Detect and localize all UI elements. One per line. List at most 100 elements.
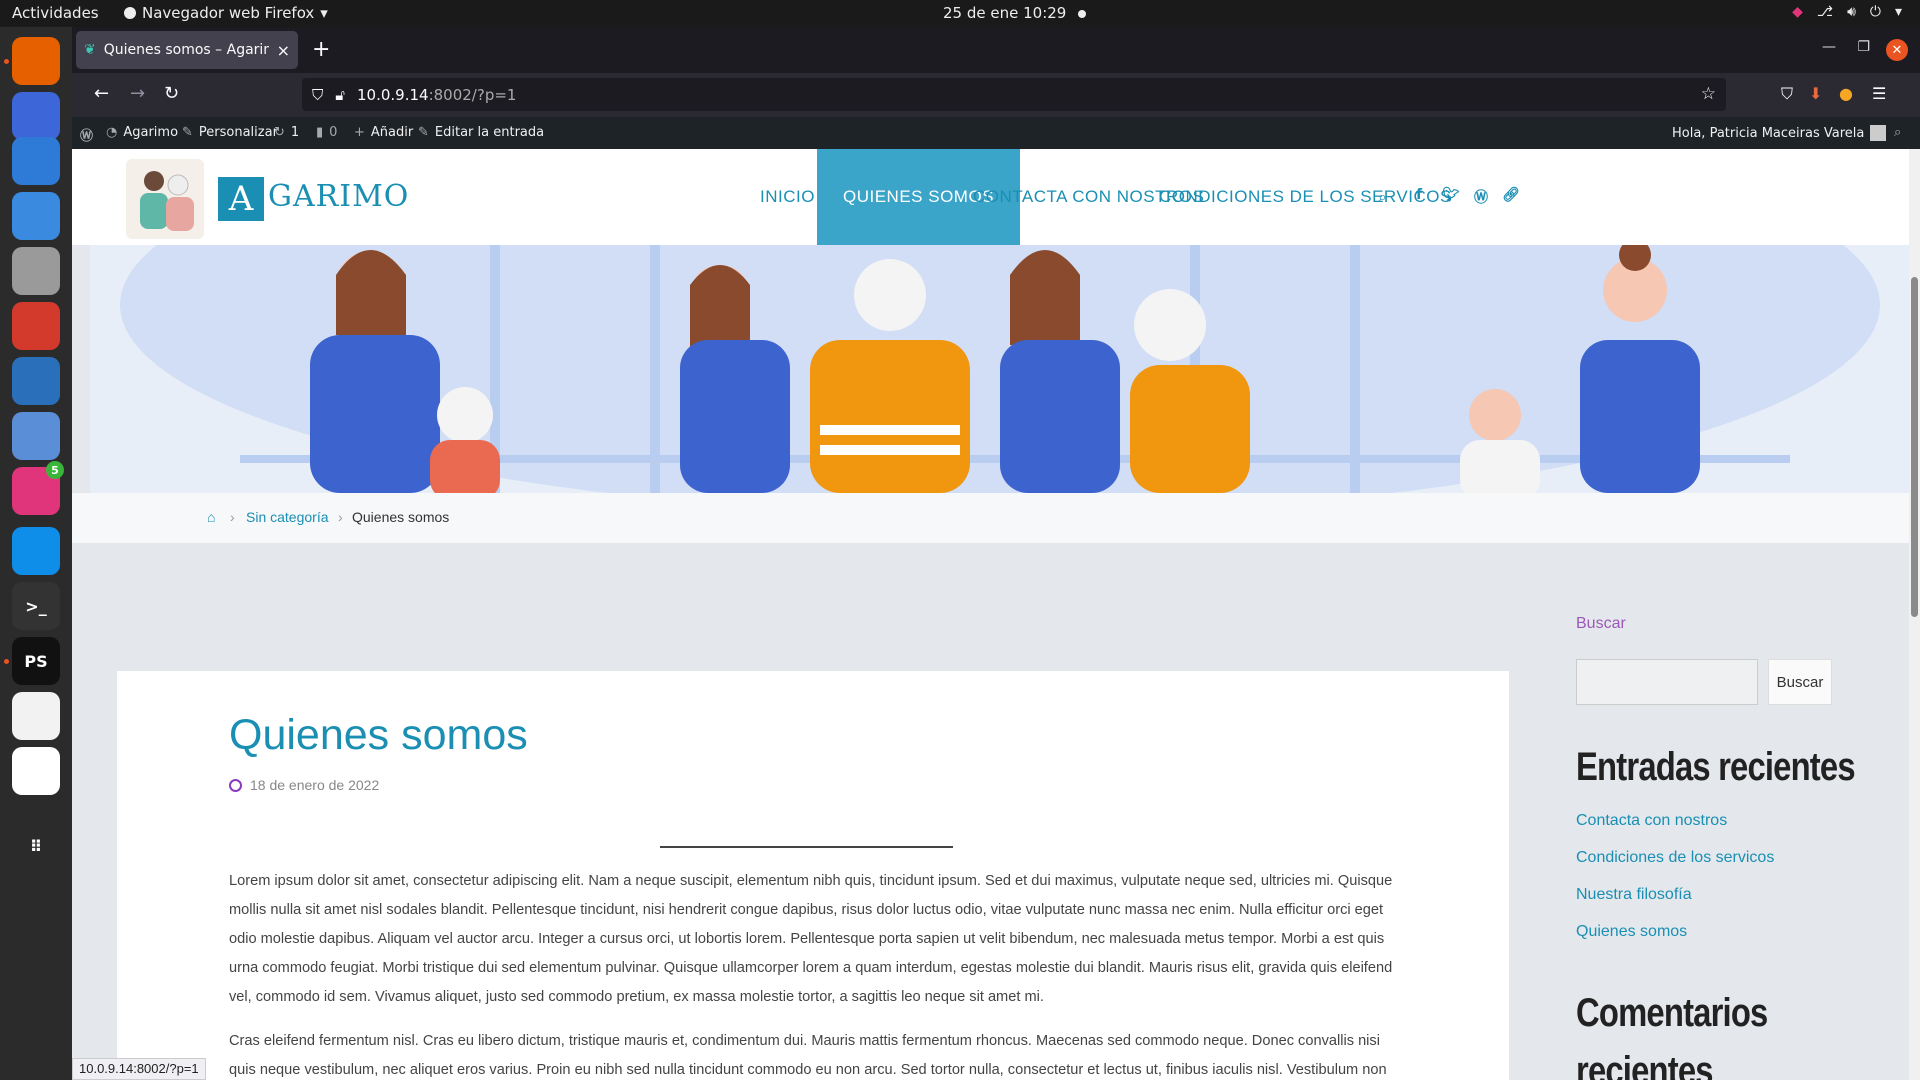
breadcrumb-separator: ›	[338, 509, 343, 525]
running-indicator	[4, 59, 9, 64]
wp-edit-link[interactable]: ✎ Editar la entrada	[418, 125, 544, 140]
chrome-icon[interactable]	[12, 302, 60, 350]
downloads-icon[interactable]: ⬇	[1809, 84, 1822, 103]
wp-greeting: Hola, Patricia Maceiras Varela	[1672, 125, 1865, 141]
jetbrains-toolbox-icon[interactable]: 5	[12, 461, 64, 515]
recent-comments-title-continued: recientes	[1576, 1049, 1713, 1080]
hamburger-menu-icon[interactable]: ☰	[1872, 84, 1886, 103]
navigation-toolbar: ← → ↻ ⛉ 🔓︎ 10.0.9.14:8002/?p=1 ☆ ⛉ ⬇ ● ☰	[72, 73, 1920, 117]
recent-post-link[interactable]: Quienes somos	[1576, 923, 1687, 941]
wp-add-link[interactable]: + Añadir	[354, 125, 413, 140]
site-favicon-icon: ❦	[84, 42, 96, 58]
phpstorm-icon[interactable]: PS	[12, 637, 60, 685]
post-meta: 18 de enero de 2022	[229, 777, 379, 793]
terminal-icon[interactable]: >_	[12, 582, 60, 630]
wordpress-icon[interactable]: Ⓦ	[1474, 187, 1488, 207]
wp-edit-label: Editar la entrada	[434, 125, 545, 140]
firefox-icon	[124, 7, 136, 19]
search-icon[interactable]: ⌕	[1894, 125, 1901, 140]
system-top-bar: Actividades Navegador web Firefox ▾ 25 d…	[0, 0, 1920, 27]
updates-icon: ↻	[274, 125, 285, 140]
logo-text[interactable]: GARIMO	[268, 179, 409, 214]
minimize-icon[interactable]: —	[1822, 39, 1836, 55]
recent-post-link[interactable]: Nuestra filosofía	[1576, 886, 1692, 904]
search-icon[interactable]: ⌕	[1378, 187, 1387, 207]
back-arrow-icon[interactable]: ←	[94, 83, 109, 104]
close-window-icon[interactable]: ✕	[1886, 39, 1908, 61]
firefox-window: ❦ Quienes somos – Agarimo × + — ❐ ✕ ← → …	[72, 27, 1920, 1080]
logo-letter[interactable]: A	[218, 177, 264, 221]
plus-icon: +	[354, 125, 365, 140]
wp-updates-link[interactable]: ↻ 1	[274, 125, 299, 140]
system-monitor-icon[interactable]	[12, 357, 60, 405]
files-icon[interactable]	[12, 247, 60, 295]
comment-icon: ▮	[316, 125, 324, 140]
pencil-icon: ✎	[418, 125, 429, 140]
scrollbar-thumb[interactable]	[1911, 277, 1918, 617]
document-viewer-icon[interactable]	[12, 137, 60, 185]
wp-admin-bar: Ⓦ ◔ Agarimo ✎ Personalizar ↻ 1 ▮ 0 + Añadir ✎…	[72, 117, 1920, 149]
recent-post-link[interactable]: Contacta con nostros	[1576, 812, 1727, 830]
menu-item-condiciones[interactable]: CONDICIONES DE LOS SERVICOS	[1159, 149, 1452, 245]
wp-site-name: Agarimo	[123, 125, 179, 140]
shield-icon[interactable]: ⛉	[312, 86, 323, 104]
android-studio-icon[interactable]	[12, 747, 60, 795]
search-input[interactable]	[1576, 659, 1758, 705]
maximize-icon[interactable]: ❐	[1857, 39, 1870, 55]
post-paragraph: Lorem ipsum dolor sit amet, consectetur …	[229, 873, 1393, 1005]
hero-image	[90, 245, 1909, 493]
breadcrumb-category-link[interactable]: Sin categoría	[246, 509, 329, 525]
link-icon[interactable]: 🔗︎	[1502, 187, 1520, 203]
menu-item-inicio[interactable]: INICIO	[760, 149, 815, 245]
recent-post-link[interactable]: Condiciones de los servicos	[1576, 849, 1774, 867]
avatar	[1870, 125, 1887, 141]
recent-comments-title: Comentarios	[1576, 991, 1768, 1035]
tab-active[interactable]: ❦ Quienes somos – Agarimo ×	[76, 31, 298, 69]
logo-illustration[interactable]	[126, 159, 204, 239]
notification-badge: 5	[46, 461, 64, 479]
wp-account-link[interactable]: Hola, Patricia Maceiras Varela	[1672, 125, 1887, 141]
chevron-down-icon: ▾	[320, 4, 328, 22]
firefox-icon[interactable]	[12, 37, 60, 85]
network-icon: ⎇	[1816, 4, 1834, 20]
app-menu[interactable]: Navegador web Firefox ▾	[124, 4, 328, 22]
pocket-icon[interactable]: ⛉	[1781, 84, 1793, 104]
post-article: Quienes somos 18 de enero de 2022 Lorem …	[117, 671, 1509, 1080]
activities-button[interactable]: Actividades	[12, 4, 99, 22]
url-bar[interactable]: ⛉ 🔓︎ 10.0.9.14:8002/?p=1 ☆	[302, 78, 1726, 111]
reload-icon[interactable]: ↻	[164, 83, 179, 104]
extension-icon[interactable]: ●	[1839, 84, 1853, 103]
wp-comments-link[interactable]: ▮ 0	[316, 125, 337, 140]
virtualbox-icon[interactable]	[12, 412, 60, 460]
separator	[660, 846, 953, 848]
wp-site-link[interactable]: ◔ Agarimo	[106, 125, 178, 140]
app-name: Navegador web Firefox	[142, 4, 315, 22]
app-grid-icon[interactable]: ⠿	[12, 822, 60, 870]
forward-arrow-icon[interactable]: →	[130, 83, 145, 104]
wp-customize-link[interactable]: ✎ Personalizar	[182, 125, 278, 140]
scrollbar[interactable]	[1909, 149, 1920, 1080]
facebook-icon[interactable]: f	[1416, 187, 1422, 203]
lock-icon[interactable]: 🔓︎	[335, 86, 345, 104]
breadcrumb-current: Quienes somos	[352, 509, 450, 525]
wordpress-logo-icon[interactable]: Ⓦ	[80, 125, 93, 144]
search-button[interactable]: Buscar	[1768, 659, 1832, 705]
tab-bar: ❦ Quienes somos – Agarimo × + — ❐ ✕	[72, 27, 1920, 73]
search-label: Buscar	[1576, 615, 1626, 632]
twitter-icon[interactable]: 🐦︎	[1442, 187, 1460, 203]
new-tab-button[interactable]: +	[312, 37, 330, 62]
system-tray[interactable]: ◆ ⎇ 🔊︎ ⏻ ▾	[1792, 4, 1902, 20]
bookmark-star-icon[interactable]: ☆	[1701, 84, 1716, 104]
site-header: A GARIMO INICIO QUIENES SOMOS CONTACTA C…	[72, 149, 1909, 245]
close-tab-icon[interactable]: ×	[277, 41, 290, 60]
clock[interactable]: 25 de ene 10:29	[943, 4, 1087, 22]
software-center-icon[interactable]	[12, 192, 60, 240]
url-path: :8002/?p=1	[428, 85, 517, 104]
url-host: 10.0.9.14	[357, 85, 429, 104]
clock-icon	[229, 778, 242, 792]
home-icon[interactable]: ⌂	[207, 509, 215, 525]
teamviewer-icon[interactable]	[12, 527, 60, 575]
screenshot-icon[interactable]	[12, 92, 60, 140]
text-editor-icon[interactable]	[12, 692, 60, 740]
post-paragraph: Cras eleifend fermentum nisl. Cras eu li…	[229, 1033, 1387, 1078]
